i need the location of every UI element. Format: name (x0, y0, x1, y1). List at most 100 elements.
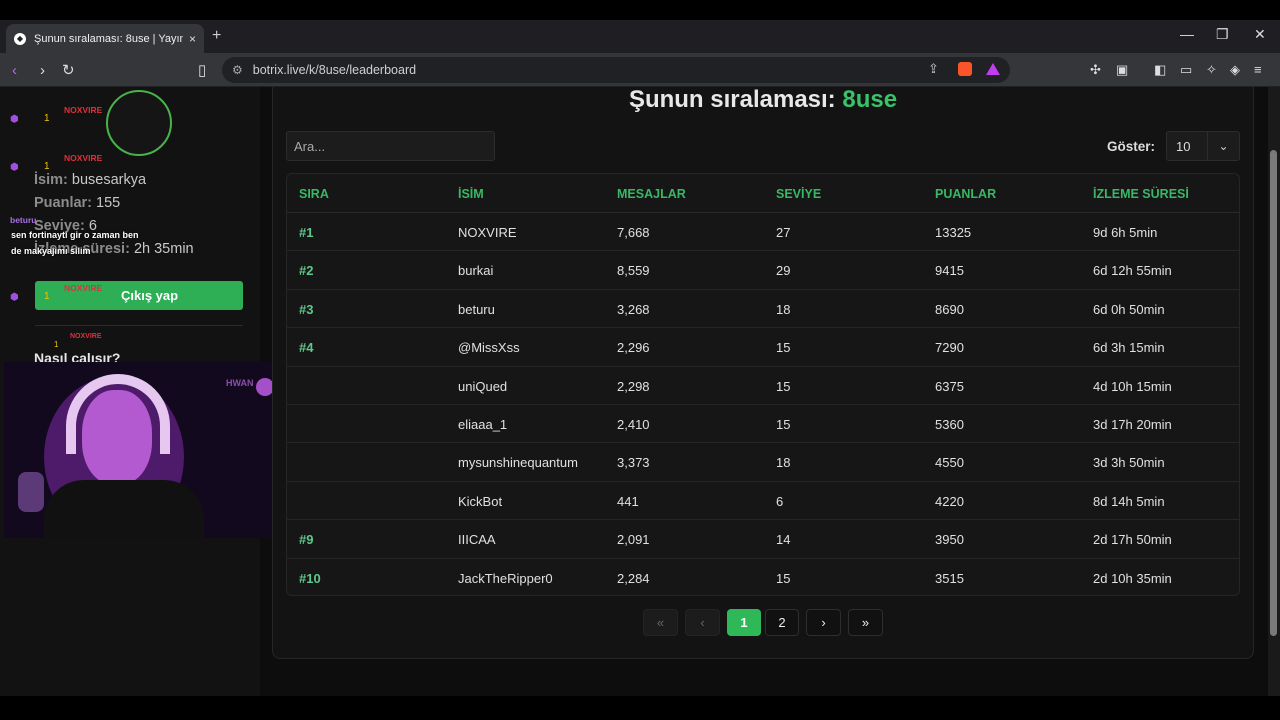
webcam-logo: HWAN (226, 378, 254, 388)
cell-name: eliaaa_1 (458, 417, 508, 432)
chat-username: NOXVIRE (64, 153, 103, 163)
last-page-button[interactable]: » (848, 609, 883, 636)
cell-level: 6 (776, 493, 784, 509)
cell-messages: 3,268 (617, 301, 650, 317)
cell-points: 4220 (935, 493, 964, 509)
cell-messages: 3,373 (617, 455, 650, 471)
next-page-button[interactable]: › (806, 609, 841, 636)
url-text: botrix.live/k/8use/leaderboard (252, 63, 417, 77)
scrollbar-thumb[interactable] (1270, 150, 1277, 636)
leaderboard-table: SIRA İSİM MESAJLAR SEVİYE PUANLAR İZLEME… (286, 173, 1240, 596)
translate-icon[interactable]: ▣ (1116, 62, 1128, 78)
cell-points: 9415 (935, 263, 964, 279)
cell-watch-time: 6d 3h 15min (1093, 340, 1165, 356)
sub-badge-icon: 1 (54, 340, 59, 349)
window-close-button[interactable]: ✕ (1254, 26, 1266, 43)
table-row: #2 burkai 8,559 29 9415 6d 12h 55min (287, 251, 1239, 290)
brave-rewards-icon[interactable] (986, 63, 1000, 75)
chevron-down-icon: ⌄ (1207, 132, 1239, 160)
cell-level: 18 (776, 455, 791, 471)
cell-points: 6375 (935, 378, 964, 394)
microphone-icon (18, 472, 44, 512)
column-header-messages[interactable]: MESAJLAR (617, 187, 686, 201)
points-value: 155 (96, 195, 121, 211)
vpn-icon[interactable]: ◈ (1230, 62, 1240, 78)
bookmark-icon[interactable]: ▯ (198, 61, 206, 79)
page-title: Şunun sıralaması: 8use (0, 86, 1280, 114)
column-header-rank[interactable]: SIRA (299, 187, 329, 201)
cell-points: 3515 (935, 570, 964, 586)
cell-messages: 2,296 (617, 340, 650, 356)
cell-level: 27 (776, 225, 791, 240)
cell-name: JackTheRipper0 (458, 570, 553, 586)
extensions-icon[interactable]: ✣ (1090, 62, 1101, 78)
cell-points: 13325 (935, 225, 972, 240)
bottom-bar (0, 696, 1280, 720)
cell-watch-time: 2d 10h 35min (1093, 570, 1172, 586)
cell-points: 8690 (935, 301, 964, 317)
table-header: SIRA İSİM MESAJLAR SEVİYE PUANLAR İZLEME… (287, 174, 1239, 213)
address-bar[interactable]: ⚙ botrix.live/k/8use/leaderboard (222, 57, 1010, 83)
cell-messages: 7,668 (617, 225, 650, 240)
wallet-icon[interactable]: ▭ (1180, 62, 1192, 78)
cell-watch-time: 9d 6h 5min (1093, 225, 1158, 240)
column-header-name[interactable]: İSİM (458, 187, 484, 201)
profile-points: Puanlar: 155 (34, 195, 120, 211)
browser-tab[interactable]: ◆ Şunun sıralaması: 8use | Yayınımı × (6, 24, 204, 53)
kick-badge-icon: ⬢ (10, 114, 19, 125)
cell-name: burkai (458, 263, 494, 279)
chat-username: NOXVIRE (70, 333, 102, 340)
brave-shield-icon[interactable] (958, 62, 972, 76)
page-2-button[interactable]: 2 (765, 609, 799, 636)
table-row: #3 beturu 3,268 18 8690 6d 0h 50min (287, 290, 1239, 329)
page-1-button[interactable]: 1 (727, 609, 761, 636)
cell-level: 18 (776, 301, 791, 317)
watch-value: 2h 35min (133, 241, 194, 257)
share-icon[interactable]: ⇪ (928, 61, 939, 77)
column-header-level[interactable]: SEVİYE (776, 187, 821, 201)
webcam-body (44, 480, 204, 538)
cell-points: 4550 (935, 455, 964, 471)
back-icon[interactable]: ‹ (12, 62, 17, 79)
column-header-points[interactable]: PUANLAR (935, 187, 996, 201)
new-tab-button[interactable]: + (212, 27, 221, 45)
sub-badge-icon: 1 (44, 161, 50, 172)
cell-messages: 2,298 (617, 378, 650, 394)
cell-watch-time: 3d 17h 20min (1093, 417, 1172, 432)
menu-icon[interactable]: ≡ (1254, 62, 1262, 77)
tab-title: Şunun sıralaması: 8use | Yayınımı (34, 32, 183, 45)
name-label: İsim: (34, 172, 68, 188)
forward-icon[interactable]: › (40, 62, 45, 79)
cell-level: 15 (776, 417, 791, 432)
first-page-button[interactable]: « (643, 609, 678, 636)
table-row: eliaaa_1 2,410 15 5360 3d 17h 20min (287, 405, 1239, 444)
cell-watch-time: 2d 17h 50min (1093, 532, 1172, 548)
prev-page-button[interactable]: ‹ (685, 609, 720, 636)
restore-button[interactable]: ❐ (1216, 26, 1229, 43)
column-header-watch-time[interactable]: İZLEME SÜRESİ (1093, 187, 1189, 201)
table-row: uniQued 2,298 15 6375 4d 10h 15min (287, 367, 1239, 405)
tab-bar: ◆ Şunun sıralaması: 8use | Yayınımı × (0, 20, 1280, 53)
cell-name: IIICAA (458, 532, 496, 548)
search-input[interactable] (286, 131, 495, 161)
minimize-button[interactable]: — (1180, 26, 1194, 42)
cell-points: 7290 (935, 340, 964, 356)
cell-rank: #1 (299, 225, 314, 240)
table-row: #4 @MissXss 2,296 15 7290 6d 3h 15min (287, 328, 1239, 367)
divider (35, 325, 243, 326)
cell-points: 3950 (935, 532, 964, 548)
table-row: #10 JackTheRipper0 2,284 15 3515 2d 10h 35min (287, 559, 1239, 595)
page-size-select[interactable]: 10 ⌄ (1166, 131, 1240, 161)
cell-watch-time: 8d 14h 5min (1093, 493, 1165, 509)
title-channel: 8use (842, 86, 898, 113)
leo-ai-icon[interactable]: ✧ (1206, 62, 1217, 78)
sidebar-toggle-icon[interactable]: ◧ (1154, 62, 1166, 78)
cell-watch-time: 3d 3h 50min (1093, 455, 1165, 471)
reload-icon[interactable]: ↻ (62, 61, 75, 79)
site-settings-icon[interactable]: ⚙ (232, 63, 243, 77)
cell-name: beturu (458, 301, 495, 317)
table-row: mysunshinequantum 3,373 18 4550 3d 3h 50min (287, 443, 1239, 482)
tab-close-icon[interactable]: × (189, 32, 196, 46)
table-row: KickBot 441 6 4220 8d 14h 5min (287, 482, 1239, 521)
sub-badge-icon: 1 (44, 291, 50, 302)
